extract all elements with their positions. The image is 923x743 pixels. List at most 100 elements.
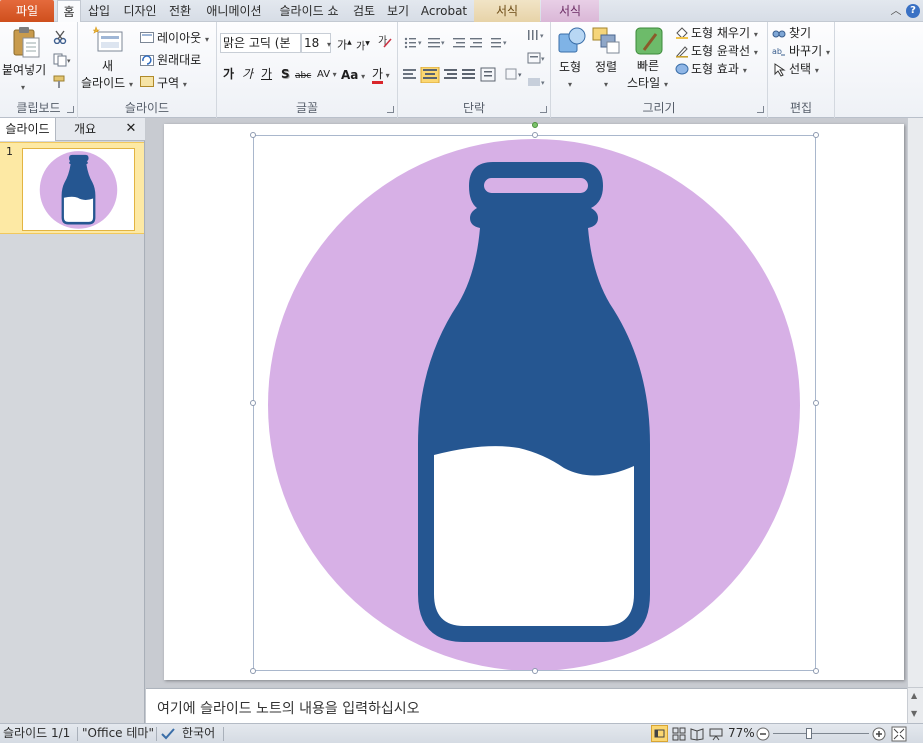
notes-pane[interactable]: 여기에 슬라이드 노트의 내용을 입력하십시오 <box>146 688 907 723</box>
resize-handle-tr[interactable] <box>813 132 819 138</box>
tab-insert[interactable]: 삽입 <box>84 0 114 22</box>
selection-frame[interactable] <box>253 135 816 671</box>
tab-animations[interactable]: 애니메이션 <box>200 0 268 22</box>
slideshow-view-icon[interactable] <box>709 727 723 741</box>
tab-outline[interactable]: 개요 <box>57 118 113 141</box>
zoom-level[interactable]: 77% <box>728 724 755 743</box>
rotation-handle[interactable] <box>532 122 538 128</box>
fit-to-window-icon[interactable] <box>891 726 907 742</box>
font-color-button[interactable]: 가 ▾ <box>372 66 390 84</box>
select-button[interactable]: 선택 ▾ <box>789 61 819 79</box>
close-panel-icon[interactable]: ✕ <box>120 118 142 141</box>
shapes-dropdown-icon[interactable]: ▾ <box>568 77 572 93</box>
resize-handle-bc[interactable] <box>532 668 538 674</box>
arrange-button[interactable]: 정렬 <box>595 59 617 75</box>
tab-format-picture[interactable]: 서식 <box>541 0 599 22</box>
shape-outline-button[interactable]: 도형 윤곽선 ▾ <box>691 43 758 61</box>
editing-group-label: 편집 <box>789 101 813 115</box>
minimize-ribbon-icon[interactable]: ︿ <box>889 4 903 18</box>
reading-view-icon[interactable] <box>690 727 704 741</box>
new-slide-label-1[interactable]: 새 <box>102 58 113 74</box>
find-button[interactable]: 찾기 <box>789 25 811 41</box>
grow-font-button[interactable]: 가▲ <box>337 35 352 54</box>
font-size-dropdown-icon[interactable]: ▾ <box>327 37 331 53</box>
clear-format-icon[interactable]: 가 <box>377 33 393 49</box>
resize-handle-tc[interactable] <box>532 132 538 138</box>
tab-file[interactable]: 파일 <box>0 0 54 22</box>
copy-icon[interactable]: ▾ <box>53 53 71 67</box>
slide-thumbnail[interactable] <box>22 148 135 231</box>
section-button[interactable]: 구역 ▾ <box>157 75 187 93</box>
zoom-in-icon[interactable] <box>872 727 886 741</box>
text-direction-icons[interactable]: ▾ ▾ ▾ <box>526 28 548 96</box>
tab-slides[interactable]: 슬라이드 <box>0 118 56 141</box>
font-name-combo[interactable]: 맑은 고딕 (본 <box>220 33 301 53</box>
zoom-out-icon[interactable] <box>756 727 770 741</box>
drawing-group: 도형 ▾ 정렬 ▾ 빠른 스타일 ▾ 도형 채우기 ▾ 도형 윤곽선 ▾ 도형 … <box>551 22 768 118</box>
slide-position: 슬라이드 1/1 <box>3 726 71 740</box>
slide-canvas[interactable] <box>164 122 904 680</box>
new-slide-button[interactable]: 슬라이드 ▾ <box>81 75 133 93</box>
slide-thumbnail-row[interactable]: 1 <box>0 142 144 234</box>
tab-slideshow[interactable]: 슬라이드 쇼 <box>272 0 346 22</box>
quick-styles-button[interactable]: 스타일 ▾ <box>627 75 668 93</box>
change-case-button[interactable]: Aa ▾ <box>341 67 365 85</box>
theme-name[interactable]: "Office 테마" <box>82 724 154 743</box>
clipboard-launcher-icon[interactable] <box>67 106 74 113</box>
cut-icon[interactable] <box>53 30 67 44</box>
paste-dropdown-icon[interactable]: ▾ <box>21 80 25 96</box>
shadow-button[interactable]: S <box>281 66 290 82</box>
language[interactable]: 한국어 <box>182 724 215 743</box>
tab-design[interactable]: 디자인 <box>119 0 161 22</box>
italic-button[interactable]: 가 <box>242 66 253 82</box>
scroll-down-icon[interactable]: ▼ <box>911 709 917 718</box>
resize-handle-bl[interactable] <box>250 668 256 674</box>
replace-button[interactable]: 바꾸기 ▾ <box>789 43 830 61</box>
char-spacing-button[interactable]: AV ▾ <box>317 67 337 83</box>
bold-button[interactable]: 가 <box>223 66 234 82</box>
layout-button[interactable]: 레이아웃 ▾ <box>157 30 209 48</box>
slide-vertical-scrollbar[interactable] <box>907 118 923 687</box>
resize-handle-mr[interactable] <box>813 400 819 406</box>
zoom-slider-thumb[interactable] <box>806 728 812 739</box>
underline-button[interactable]: 가 <box>261 66 272 82</box>
alignment-icons[interactable]: ▾ <box>402 67 542 83</box>
format-painter-icon[interactable] <box>53 75 67 89</box>
paste-icon <box>13 27 40 58</box>
shape-fill-button[interactable]: 도형 채우기 ▾ <box>691 25 758 43</box>
paste-button[interactable]: 붙여넣기 <box>2 62 46 78</box>
tab-format-drawing[interactable]: 서식 <box>474 0 540 22</box>
notes-placeholder[interactable]: 여기에 슬라이드 노트의 내용을 입력하십시오 <box>157 698 420 718</box>
shrink-font-button[interactable]: 가▼ <box>356 36 370 55</box>
paragraph-launcher-icon[interactable] <box>540 106 547 113</box>
svg-text:▾: ▾ <box>67 57 71 65</box>
strikethrough-button[interactable]: abc <box>295 68 311 84</box>
font-launcher-icon[interactable] <box>387 106 394 113</box>
shapes-button[interactable]: 도형 <box>559 59 581 75</box>
resize-handle-ml[interactable] <box>250 400 256 406</box>
slide-number: 1 <box>6 145 13 158</box>
spell-check-icon[interactable] <box>161 727 177 741</box>
tab-review[interactable]: 검토 <box>349 0 379 22</box>
slides-group-label: 슬라이드 <box>124 101 170 115</box>
resize-handle-br[interactable] <box>813 668 819 674</box>
tab-transitions[interactable]: 전환 <box>165 0 195 22</box>
slides-panel-tabs: 슬라이드 개요 ✕ <box>0 118 145 141</box>
find-icon <box>772 30 786 38</box>
clipboard-group: 붙여넣기 ▾ ▾ 클립보드 <box>0 22 78 118</box>
tab-home[interactable]: 홈 <box>57 0 81 23</box>
tab-view[interactable]: 보기 <box>383 0 413 22</box>
scroll-up-icon[interactable]: ▲ <box>911 691 917 700</box>
normal-view-icon[interactable] <box>651 725 668 742</box>
tab-acrobat[interactable]: Acrobat <box>417 0 471 22</box>
quick-styles-label-1[interactable]: 빠른 <box>637 58 659 74</box>
shape-effects-button[interactable]: 도형 효과 ▾ <box>691 61 747 79</box>
help-icon[interactable]: ? <box>906 4 920 18</box>
arrange-dropdown-icon[interactable]: ▾ <box>604 77 608 93</box>
slide-sorter-icon[interactable] <box>672 727 686 741</box>
reset-button[interactable]: 원래대로 <box>157 52 201 68</box>
zoom-slider-track[interactable] <box>773 733 869 734</box>
notes-scrollbar[interactable]: ▲ ▼ <box>907 688 923 723</box>
drawing-launcher-icon[interactable] <box>757 106 764 113</box>
resize-handle-tl[interactable] <box>250 132 256 138</box>
